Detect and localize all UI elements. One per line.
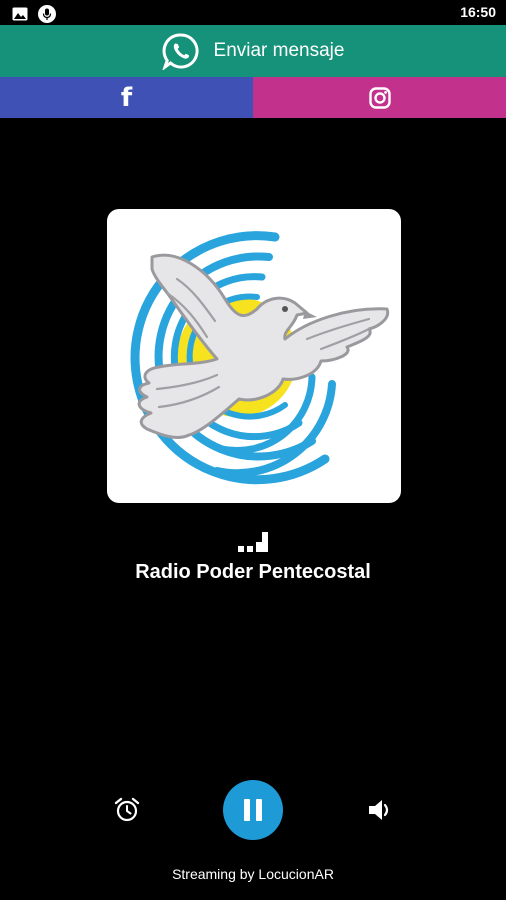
- play-pause-button[interactable]: [223, 780, 283, 840]
- social-links: f: [0, 77, 506, 118]
- dove-logo: [130, 231, 390, 485]
- status-time: 16:50: [460, 4, 496, 20]
- image-notification-icon: [12, 7, 28, 21]
- whatsapp-send-message-button[interactable]: Enviar mensaje: [0, 25, 506, 77]
- whatsapp-icon: [161, 33, 199, 70]
- microphone-notification-icon: [38, 5, 56, 23]
- station-name: Radio Poder Pentecostal: [135, 561, 371, 583]
- pause-icon: [241, 799, 265, 821]
- instagram-icon: [368, 86, 391, 109]
- facebook-icon: f: [120, 82, 133, 113]
- instagram-button[interactable]: [253, 77, 506, 118]
- alarm-button[interactable]: [112, 795, 142, 825]
- alarm-clock-icon: [114, 797, 140, 822]
- streaming-credit: Streaming by LocucionAR: [172, 866, 334, 882]
- facebook-button[interactable]: f: [0, 77, 253, 118]
- whatsapp-label: Enviar mensaje: [213, 40, 345, 61]
- status-icons: [12, 5, 56, 23]
- signal-strength-icon: [238, 532, 268, 552]
- volume-button[interactable]: [365, 795, 395, 825]
- station-logo: [107, 209, 401, 503]
- volume-icon: [369, 800, 389, 820]
- status-bar: 16:50: [0, 0, 506, 25]
